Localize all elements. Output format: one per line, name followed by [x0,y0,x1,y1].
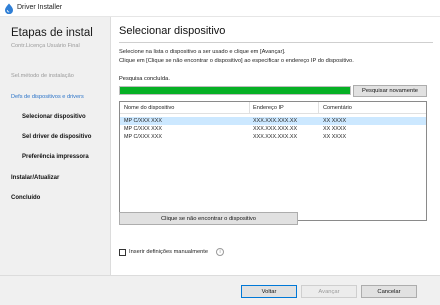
step-select-driver: Sel driver de dispositivo [22,134,92,140]
device-not-found-button[interactable]: Clique se não encontrar o dispositivo [119,212,298,225]
info-icon[interactable]: i [216,248,224,256]
cell-comment: XX XXXX [323,134,347,140]
title-divider [119,42,433,43]
cell-comment: XX XXXX [323,126,347,132]
window-title: Driver Installer [17,4,63,11]
page-title: Selecionar dispositivo [119,25,226,37]
step-select-device: Selecionar dispositivo [22,114,86,120]
search-progress-fill [120,87,350,94]
instruction-line-1: Selecione na lista o dispositivo a ser u… [119,49,286,55]
cell-device-name: MP C/XXX XXX [124,118,162,124]
column-header-ip-address[interactable]: Endereço IP [253,105,284,111]
table-row[interactable]: MP C/XXX XXX XXX.XXX.XXX.XX XX XXXX [120,133,426,141]
column-divider[interactable] [249,102,250,114]
search-status: Pesquisa concluída. [119,76,170,82]
steps-sidebar: Etapas de instal Contr.Licença Usuário F… [0,17,111,275]
instruction-line-2: Clique em [Clique se não encontrar o dis… [119,58,354,64]
cell-comment: XX XXXX [323,118,347,124]
device-table-header: Nome do dispositivo Endereço IP Comentár… [120,102,426,114]
manual-settings-label[interactable]: Inserir definições manualmente [129,249,208,255]
step-install-method: Sel.método de instalação [11,73,74,79]
sidebar-heading: Etapas de instal [11,27,93,39]
cell-ip-address: XXX.XXX.XXX.XX [253,126,298,132]
search-again-button[interactable]: Pesquisar novamente [353,85,427,97]
step-printer-preferences: Preferência impressora [22,154,89,160]
column-divider[interactable] [318,102,319,114]
back-button[interactable]: Voltar [241,285,297,298]
installer-app-icon [5,3,13,14]
device-list-table[interactable]: Nome do dispositivo Endereço IP Comentár… [119,101,427,221]
step-finished: Concluído [11,195,41,201]
cell-ip-address: XXX.XXX.XXX.XX [253,134,298,140]
next-button[interactable]: Avançar [301,285,357,298]
step-license: Contr.Licença Usuário Final [11,43,80,49]
table-row[interactable]: MP C/XXX XXX XXX.XXX.XXX.XX XX XXXX [120,117,426,125]
cell-device-name: MP C/XXX XXX [124,134,162,140]
step-device-driver-settings: Defs de dispositivos e drivers [11,94,84,100]
cell-device-name: MP C/XXX XXX [124,126,162,132]
step-install-update: Instalar/Atualizar [11,175,60,181]
column-header-device-name[interactable]: Nome do dispositivo [124,105,174,111]
search-progress-bar [119,86,351,95]
table-row[interactable]: MP C/XXX XXX XXX.XXX.XXX.XX XX XXXX [120,125,426,133]
column-header-comment[interactable]: Comentário [323,105,352,111]
wizard-footer: Voltar Avançar Cancelar [0,275,440,305]
cell-ip-address: XXX.XXX.XXX.XX [253,118,298,124]
manual-settings-checkbox[interactable] [119,249,126,256]
cancel-button[interactable]: Cancelar [361,285,417,298]
main-panel: Selecionar dispositivo Selecione na list… [112,17,440,275]
title-bar: Driver Installer [0,0,440,17]
